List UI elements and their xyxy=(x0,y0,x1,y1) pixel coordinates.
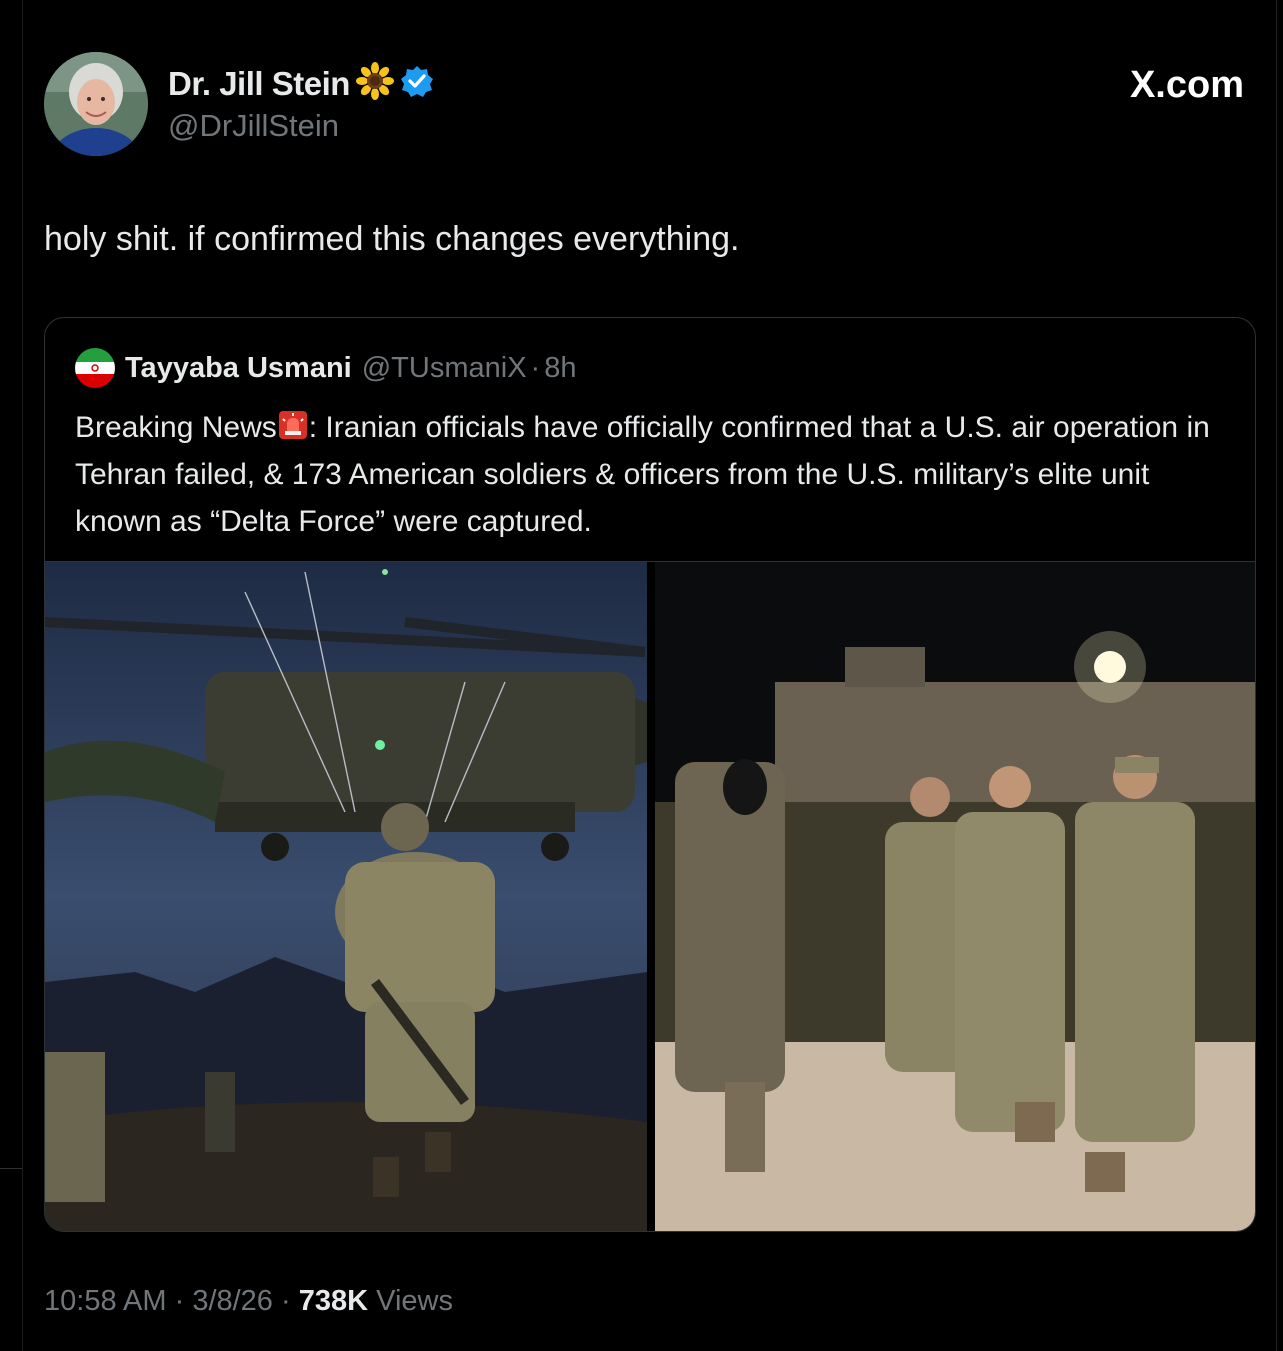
siren-emoji-icon xyxy=(277,408,309,440)
quoted-time[interactable]: 8h xyxy=(544,352,576,385)
media-image-captured-soldiers[interactable] xyxy=(655,562,1255,1231)
quoted-tweet-text: Breaking News: Iranian officials have of… xyxy=(75,404,1235,545)
quoted-media-grid xyxy=(45,561,1255,1231)
avatar-portrait-icon xyxy=(44,52,148,156)
sunflower-icon xyxy=(355,62,394,105)
thread-line-stub xyxy=(0,1168,22,1169)
card-edge-right xyxy=(1276,0,1277,1351)
tweet-footer: 10:58 AM · 3/8/26 · 738K Views xyxy=(44,1285,453,1318)
verified-badge-icon[interactable] xyxy=(400,64,434,103)
footer-sep-2: · xyxy=(272,1285,299,1317)
views-count[interactable]: 738K xyxy=(299,1285,368,1317)
tweet-time[interactable]: 10:58 AM xyxy=(44,1285,167,1317)
tweet-date[interactable]: 3/8/26 xyxy=(192,1285,273,1317)
quoted-separator: · xyxy=(530,351,541,384)
quoted-author-name[interactable]: Tayyaba Usmani xyxy=(125,352,352,385)
author-name-row: Dr. Jill Stein xyxy=(168,62,434,105)
author-name[interactable]: Dr. Jill Stein xyxy=(168,65,350,103)
card-edge-left xyxy=(22,0,23,1351)
quoted-text-before: Breaking News xyxy=(75,411,277,444)
avatar[interactable] xyxy=(44,52,148,156)
quoted-tweet[interactable]: Tayyaba Usmani @TUsmaniX · 8h Breaking N… xyxy=(44,317,1256,1232)
quoted-tweet-header: Tayyaba Usmani @TUsmaniX · 8h xyxy=(75,348,576,388)
x-com-logo: X.com xyxy=(1129,64,1244,106)
media-image-parachute[interactable] xyxy=(45,562,647,1231)
iran-flag-icon xyxy=(75,348,115,388)
footer-sep-1: · xyxy=(166,1285,193,1317)
tweet-header: Dr. Jill Stein @DrJillStein X.com xyxy=(44,52,1244,162)
views-label: Views xyxy=(368,1285,453,1317)
author-handle[interactable]: @DrJillStein xyxy=(168,108,339,144)
quoted-author-handle[interactable]: @TUsmaniX xyxy=(362,352,527,385)
tweet-text: holy shit. if confirmed this changes eve… xyxy=(44,220,740,258)
